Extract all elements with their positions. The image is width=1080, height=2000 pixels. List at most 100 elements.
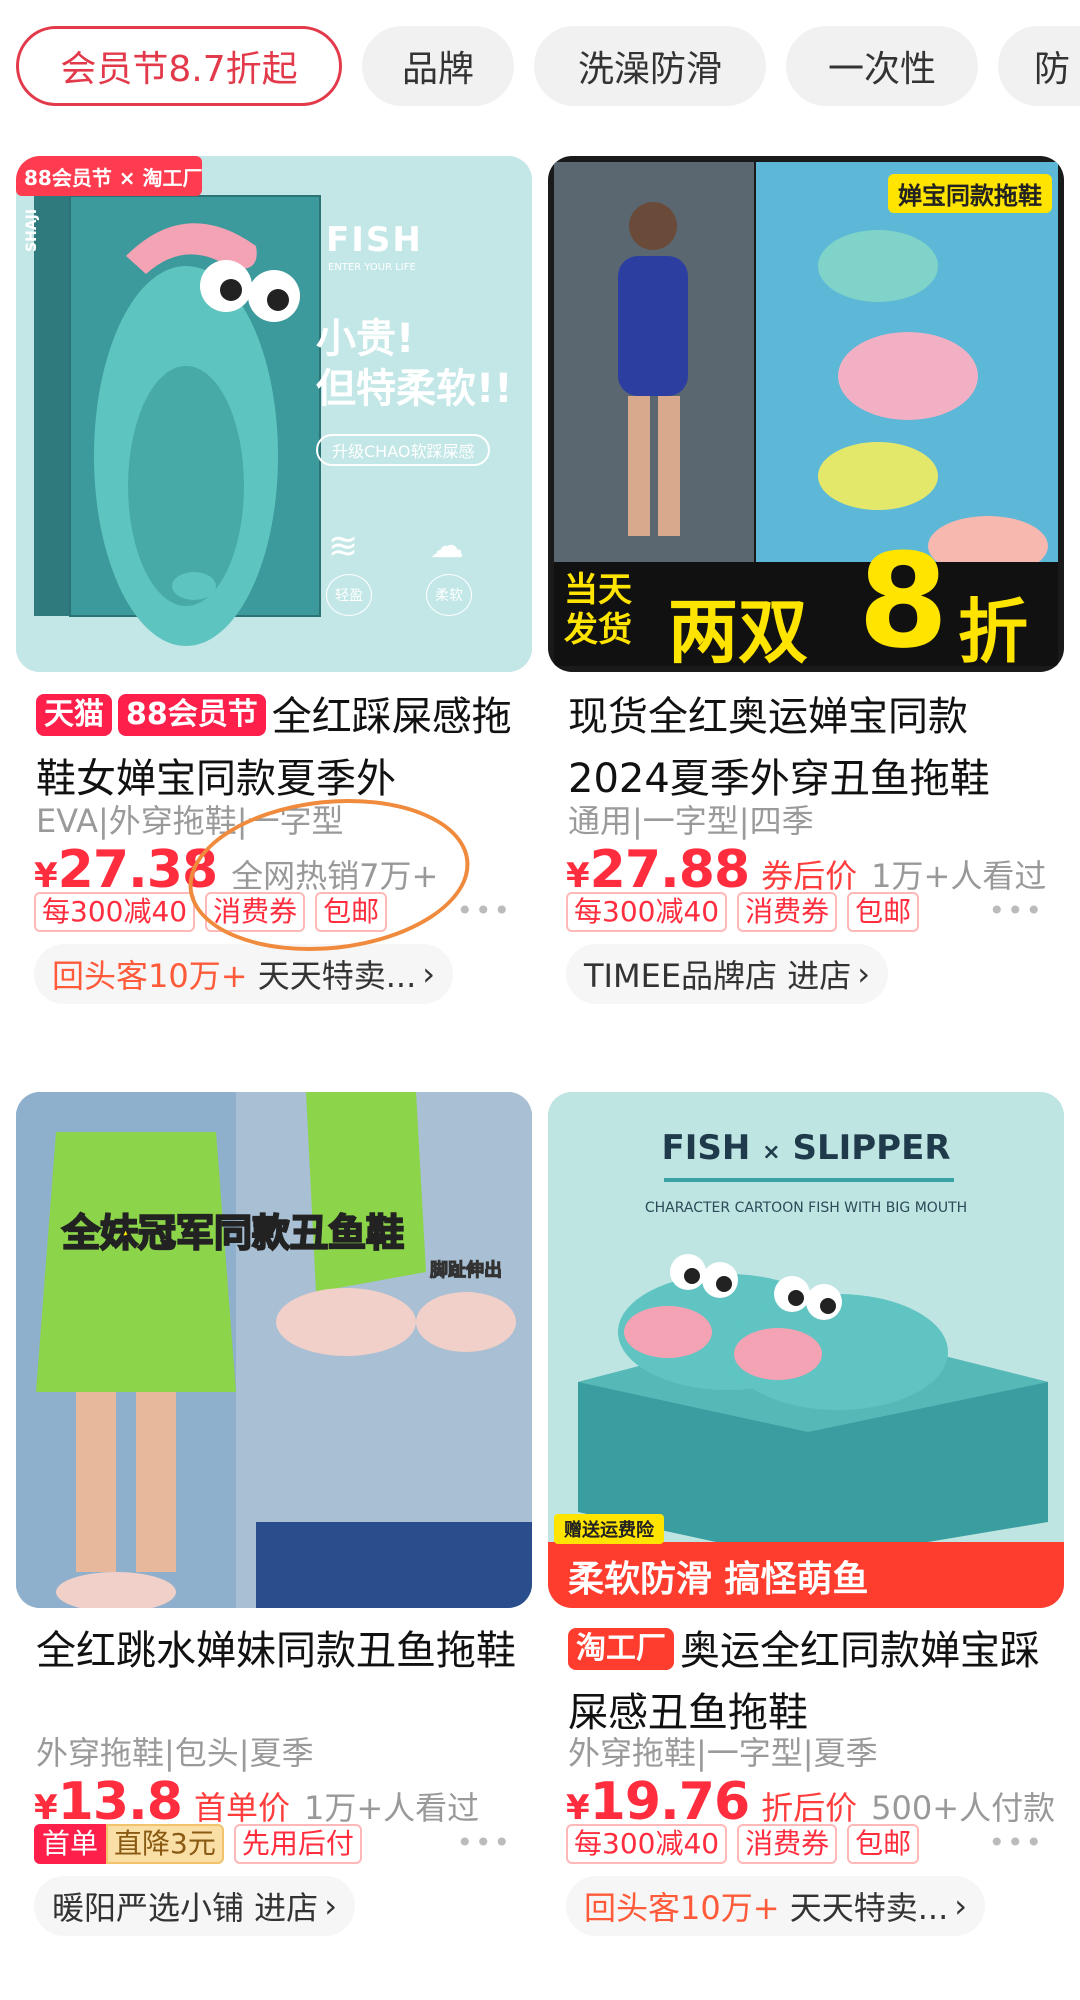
store-highlight: 回头客10万+	[584, 1889, 780, 1927]
promo-coupon: 消费券	[205, 892, 306, 932]
store-link[interactable]: 回头客10万+ 天天特卖... ›	[34, 944, 454, 1004]
store-link[interactable]: TIMEE品牌店 进店 ›	[566, 944, 889, 1004]
promo-free-shipping: 包邮	[847, 892, 920, 932]
wind-icon: ≋	[328, 526, 359, 567]
store-name: 天天特卖...	[257, 957, 417, 995]
image-subtitle: CHARACTER CARTOON FISH WITH BIG MOUTH	[644, 1200, 968, 1216]
price-row: ¥ 27.38 全网热销7万+	[34, 840, 438, 900]
feature-soft-label: 柔软	[426, 574, 472, 616]
product-attributes: EVA|外穿拖鞋|一字型	[36, 802, 344, 840]
first-order-badge: 首单	[34, 1824, 107, 1864]
currency-symbol: ¥	[34, 1788, 58, 1828]
image-title-fish: FISH	[661, 1128, 751, 1168]
store-link[interactable]: 回头客10万+ 天天特卖... ›	[566, 1876, 986, 1936]
store-name: 天天特卖...	[789, 1889, 949, 1927]
currency-symbol: ¥	[566, 856, 590, 896]
feature-light-label: 轻盈	[326, 574, 372, 616]
more-icon[interactable]: •••	[456, 894, 512, 927]
banner-two-pairs: 两双	[668, 591, 808, 672]
currency-symbol: ¥	[566, 1788, 590, 1828]
store-name: 暖阳严选小铺 进店	[52, 1889, 319, 1927]
cloud-icon: ☁	[430, 526, 464, 566]
promo-free-shipping: 包邮	[847, 1824, 920, 1864]
promo-row: 每300减40 消费券 包邮	[34, 892, 397, 932]
promo-coupon: 消费券	[737, 1824, 838, 1864]
promo-row: 每300减40 消费券 包邮	[566, 892, 929, 932]
filter-chip-brand[interactable]: 品牌	[362, 26, 514, 106]
product-image-1[interactable]: 88会员节 × 淘工厂 SHAJI FISH ENTER YOUR LIFE 小…	[16, 156, 532, 672]
views-note: 1万+人看过	[304, 1789, 480, 1827]
image-caption: 全妹冠军同款丑鱼鞋	[61, 1210, 405, 1256]
promo-coupon: 消费券	[737, 892, 838, 932]
image-title-x: ×	[762, 1140, 781, 1165]
filter-chip-more[interactable]: 防	[998, 26, 1080, 106]
chevron-right-icon: ›	[857, 955, 871, 993]
promo-row: 首单 直降3元 先用后付	[34, 1824, 372, 1864]
price-value: 19.76	[589, 1772, 750, 1832]
direct-discount-badge: 直降3元	[106, 1824, 224, 1864]
box-subtitle: ENTER YOUR LIFE	[328, 262, 416, 273]
image-title: FISH × SLIPPER	[548, 1128, 1064, 1168]
price-row: ¥ 13.8 首单价 1万+人看过	[34, 1772, 479, 1832]
product-attributes: 外穿拖鞋|包头|夏季	[36, 1734, 314, 1772]
promo-headline-2: 但特柔软!!	[316, 366, 513, 412]
pay-later-badge: 先用后付	[233, 1824, 362, 1864]
box-title: FISH	[326, 220, 423, 260]
price-label: 券后价	[761, 857, 858, 895]
freight-insurance-badge: 赠送运费险	[554, 1514, 664, 1544]
product-card-2[interactable]: 婵宝同款拖鞋 当天 发货 两双 8 折 现货全红奥运婵宝同款2024夏季外穿丑鱼…	[548, 156, 1064, 1056]
banner-discount: 折	[958, 591, 1028, 672]
price-value: 27.88	[589, 840, 750, 900]
store-name: TIMEE品牌店 进店	[584, 957, 852, 995]
product-title-1[interactable]: 天猫 88会员节 全红踩屎感拖鞋女婵宝同款夏季外	[36, 686, 526, 810]
price-label: 首单价	[193, 1789, 290, 1827]
more-icon[interactable]: •••	[988, 1826, 1044, 1859]
product-image-2[interactable]: 婵宝同款拖鞋 当天 发货 两双 8 折	[548, 156, 1064, 672]
store-highlight: 回头客10万+	[52, 957, 248, 995]
filter-chip-anti-slip[interactable]: 洗澡防滑	[534, 26, 766, 106]
payments-note: 500+人付款	[871, 1789, 1056, 1827]
filter-bar: 会员节8.7折起 品牌 洗澡防滑 一次性 防	[0, 0, 1080, 135]
banner-number: 8	[858, 525, 949, 672]
product-card-1[interactable]: 88会员节 × 淘工厂 SHAJI FISH ENTER YOUR LIFE 小…	[16, 156, 532, 1056]
image-banner: 柔软防滑 搞怪萌鱼	[568, 1559, 869, 1600]
promo-row: 每300减40 消费券 包邮	[566, 1824, 929, 1864]
promo-discount: 每300减40	[566, 1824, 728, 1864]
tmall-tag: 天猫	[36, 694, 112, 736]
views-note: 1万+人看过	[871, 857, 1047, 895]
promo-pill: 升级CHAO软踩屎感	[316, 434, 491, 466]
chevron-right-icon: ›	[954, 1887, 968, 1925]
chevron-right-icon: ›	[324, 1887, 337, 1925]
price-value: 27.38	[57, 840, 218, 900]
store-link[interactable]: 暖阳严选小铺 进店 ›	[34, 1876, 355, 1936]
product-card-4[interactable]: FISH × SLIPPER CHARACTER CARTOON FISH WI…	[548, 1092, 1064, 1992]
product-title-2[interactable]: 现货全红奥运婵宝同款2024夏季外穿丑鱼拖鞋	[568, 686, 1058, 810]
product-title-3[interactable]: 全红跳水婵妹同款丑鱼拖鞋	[36, 1620, 526, 1744]
image-corner-badge: 88会员节 × 淘工厂	[24, 166, 203, 190]
more-icon[interactable]: •••	[988, 894, 1044, 927]
more-icon[interactable]: •••	[456, 1826, 512, 1859]
filter-chip-disposable[interactable]: 一次性	[786, 26, 978, 106]
promo-free-shipping: 包邮	[315, 892, 388, 932]
product-image-4[interactable]: FISH × SLIPPER CHARACTER CARTOON FISH WI…	[548, 1092, 1064, 1608]
product-attributes: 通用|一字型|四季	[568, 802, 814, 840]
promo-discount: 每300减40	[566, 892, 728, 932]
price-row: ¥ 19.76 折后价 500+人付款	[566, 1772, 1055, 1832]
image-title-slipper: SLIPPER	[792, 1128, 951, 1168]
price-value: 13.8	[57, 1772, 183, 1832]
filter-chip-member-sale[interactable]: 会员节8.7折起	[16, 26, 342, 106]
price-label: 折后价	[761, 1789, 858, 1827]
price-row: ¥ 27.88 券后价 1万+人看过	[566, 840, 1046, 900]
diver-slippers-illustration	[16, 1092, 532, 1608]
factory-tag: 淘工厂	[568, 1628, 674, 1670]
promo-discount: 每300减40	[34, 892, 196, 932]
product-image-3[interactable]: 全妹冠军同款丑鱼鞋 脚趾伸出	[16, 1092, 532, 1608]
image-badge: 婵宝同款拖鞋	[888, 174, 1052, 213]
image-small-caption: 脚趾伸出	[430, 1260, 503, 1282]
member-festival-tag: 88会员节	[118, 694, 266, 736]
chevron-right-icon: ›	[422, 955, 436, 993]
product-title-4[interactable]: 淘工厂 奥运全红同款婵宝踩屎感丑鱼拖鞋	[568, 1620, 1058, 1744]
banner-same-day: 当天 发货	[564, 570, 632, 650]
currency-symbol: ¥	[34, 856, 58, 896]
product-card-3[interactable]: 全妹冠军同款丑鱼鞋 脚趾伸出 全红跳水婵妹同款丑鱼拖鞋 外穿拖鞋|包头|夏季 ¥…	[16, 1092, 532, 1992]
